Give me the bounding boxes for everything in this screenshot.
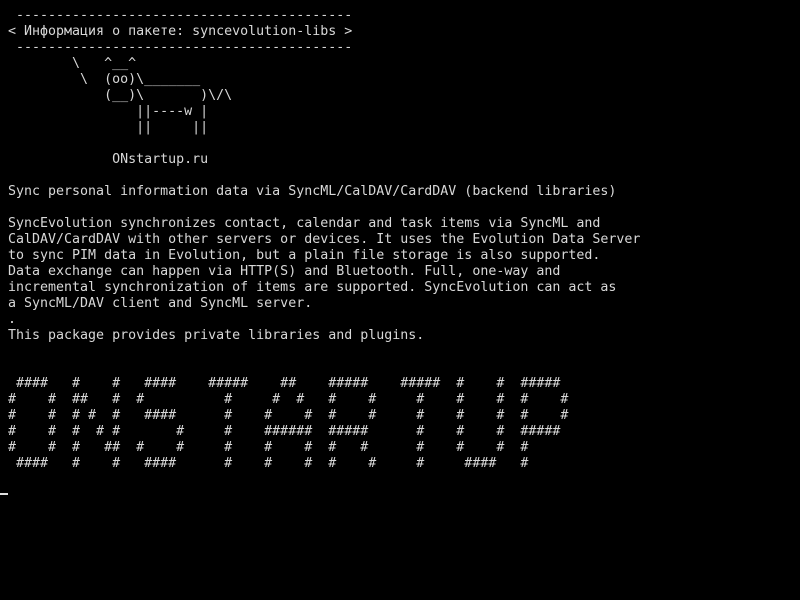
- package-description-line: CalDAV/CardDAV with other servers or dev…: [8, 232, 641, 247]
- ascii-banner-line: #### # # #### # # # # # # #### #: [8, 456, 529, 471]
- banner-title: < Информация о пакете: syncevolution-lib…: [8, 24, 353, 39]
- package-description-line: Data exchange can happen via HTTP(S) and…: [8, 264, 561, 279]
- banner-bottom-border: ----------------------------------------…: [8, 40, 353, 55]
- ascii-banner-line: #### # # #### ##### ## ##### ##### # # #…: [8, 376, 561, 391]
- site-credit: ONstartup.ru: [8, 152, 209, 167]
- banner-top-border: ----------------------------------------…: [8, 8, 353, 23]
- package-description-line: .: [8, 312, 17, 327]
- ascii-banner-line: # # # ## # # # # # # # # # # #: [8, 440, 529, 455]
- cowsay-art-line: \ ^__^: [8, 56, 137, 71]
- ascii-banner-line: # # # # # # # ###### ##### # # # #####: [8, 424, 561, 439]
- package-description-line: to sync PIM data in Evolution, but a pla…: [8, 248, 601, 263]
- terminal-screen[interactable]: ----------------------------------------…: [0, 0, 800, 600]
- cowsay-art-line: (__)\ )\/\: [8, 88, 233, 103]
- package-description-line: incremental synchronization of items are…: [8, 280, 617, 295]
- ascii-banner-line: # # ## # # # # # # # # # # # #: [8, 392, 569, 407]
- cowsay-art-line: || ||: [8, 120, 209, 135]
- ascii-banner-line: # # # # # #### # # # # # # # # # #: [8, 408, 569, 423]
- package-description-line: a SyncML/DAV client and SyncML server.: [8, 296, 313, 311]
- cowsay-art-line: \ (oo)\_______: [8, 72, 201, 87]
- package-description-line: SyncEvolution synchronizes contact, cale…: [8, 216, 601, 231]
- package-summary: Sync personal information data via SyncM…: [8, 184, 617, 199]
- package-description-line: This package provides private libraries …: [8, 328, 425, 343]
- text-cursor: [0, 493, 8, 495]
- cowsay-art-line: ||----w |: [8, 104, 209, 119]
